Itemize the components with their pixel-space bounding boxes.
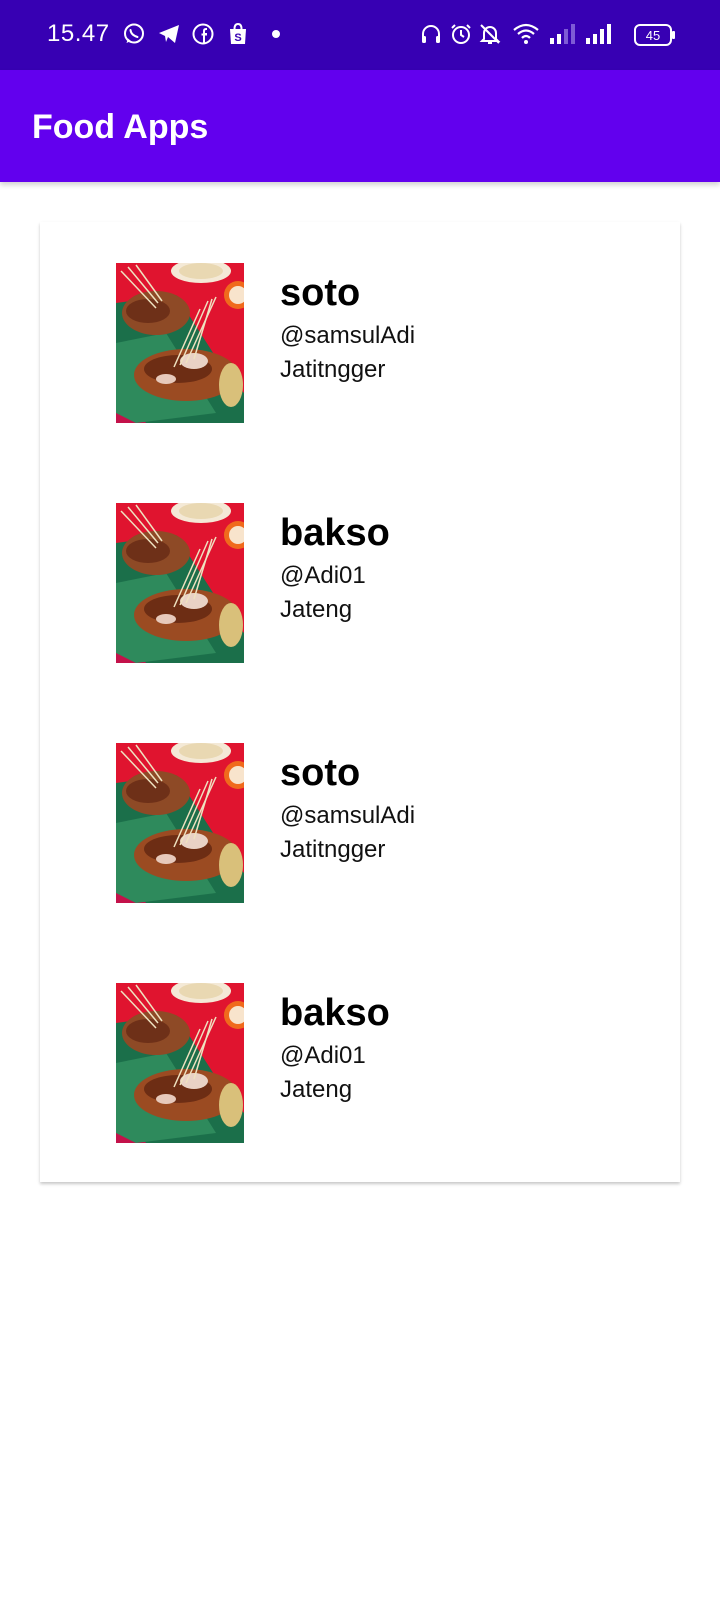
shopee-icon: S	[226, 22, 250, 46]
food-list-item[interactable]: soto @samsulAdi Jatitngger	[40, 222, 680, 462]
food-location: Jatitngger	[280, 836, 386, 863]
facebook-icon	[191, 22, 215, 46]
dot-icon	[264, 22, 288, 46]
food-username: @Adi01	[280, 562, 366, 589]
food-name: soto	[280, 272, 361, 314]
wifi-icon	[512, 22, 540, 46]
battery-icon: 45	[634, 24, 676, 46]
status-time: 15.47	[47, 20, 110, 47]
signal-icon	[584, 22, 612, 46]
telegram-icon	[157, 22, 181, 46]
whatsapp-icon	[122, 22, 146, 46]
food-location: Jateng	[280, 596, 353, 623]
food-location: Jateng	[280, 1076, 353, 1103]
app-bar: Food Apps	[0, 70, 720, 182]
food-name: bakso	[280, 512, 390, 554]
app-title: Food Apps	[32, 108, 209, 146]
food-name: soto	[280, 752, 361, 794]
food-list-item[interactable]: bakso @Adi01 Jateng	[40, 462, 680, 702]
food-list-item[interactable]: soto @samsulAdi Jatitngger	[40, 702, 680, 942]
food-image	[116, 983, 244, 1143]
alarm-icon	[449, 22, 473, 46]
food-username: @Adi01	[280, 1042, 366, 1069]
status-bar: 15.47 S 45	[0, 0, 720, 70]
food-username: @samsulAdi	[280, 802, 416, 829]
food-location: Jatitngger	[280, 356, 386, 383]
food-name: bakso	[280, 992, 390, 1034]
food-image	[116, 743, 244, 903]
food-username: @samsulAdi	[280, 322, 416, 349]
svg-text:S: S	[234, 32, 241, 44]
bell-off-icon	[478, 22, 502, 46]
food-list: soto @samsulAdi Jatitngger bakso @Adi01 …	[40, 222, 680, 1182]
headphones-icon	[419, 22, 443, 46]
food-list-item[interactable]: bakso @Adi01 Jateng	[40, 942, 680, 1182]
food-image	[116, 263, 244, 423]
food-image	[116, 503, 244, 663]
signal-icon	[548, 22, 576, 46]
battery-level: 45	[646, 28, 660, 43]
